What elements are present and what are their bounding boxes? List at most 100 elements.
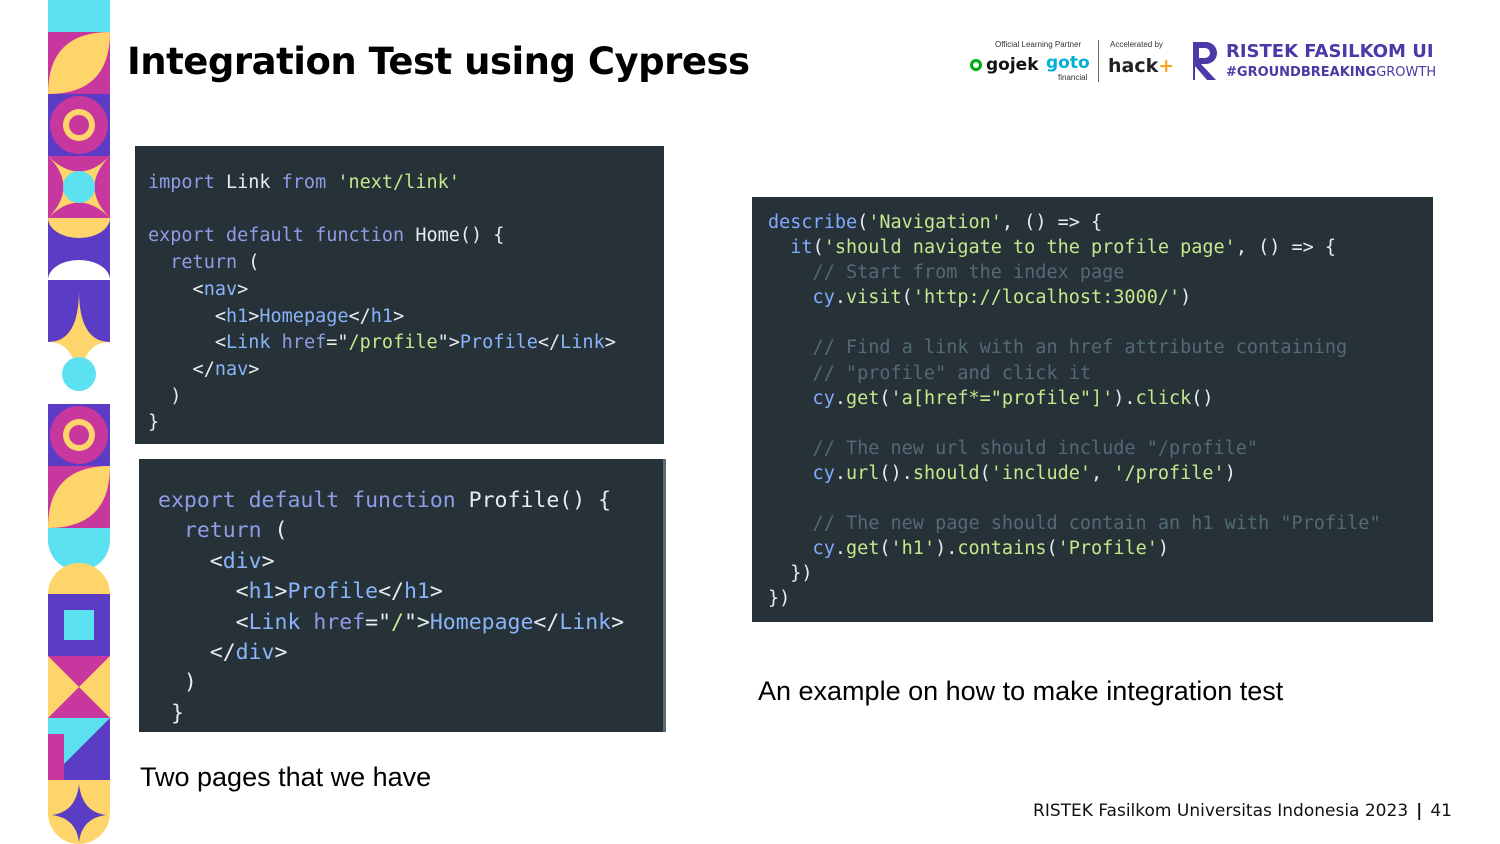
code-token: >	[429, 579, 443, 605]
code-token: >	[393, 305, 405, 327]
code-line: )	[148, 384, 664, 411]
code-token: (	[901, 287, 913, 309]
code-token: export default function	[158, 488, 456, 513]
code-token: 'next/link'	[326, 172, 460, 193]
code-token: // "profile" and click it	[768, 362, 1092, 384]
ristek-wordmark: RISTEK FASILKOM UI	[1226, 41, 1434, 62]
footer-org: RISTEK Fasilkom Universitas Indonesia 20…	[1033, 801, 1409, 821]
hack-text: hack	[1108, 55, 1159, 77]
code-token: <	[148, 278, 204, 300]
code-line: // Find a link with an href attribute co…	[768, 335, 1433, 360]
code-token: contains	[957, 538, 1047, 560]
code-block-home: import Link from 'next/link' export defa…	[135, 146, 664, 444]
code-token: ">	[437, 332, 460, 354]
code-token: // The new page should contain an h1 wit…	[768, 513, 1381, 535]
code-token: (	[879, 538, 891, 560]
code-token: >	[274, 640, 288, 666]
code-token: Link	[248, 609, 301, 635]
code-token: >	[261, 548, 275, 574]
code-token: visit	[845, 287, 902, 309]
code-token: // The new url should include "/profile"	[768, 437, 1259, 459]
code-line: return (	[158, 516, 663, 546]
hashtag-rest: GROWTH	[1376, 65, 1437, 80]
code-line: })	[768, 561, 1433, 586]
code-token: (	[237, 252, 260, 274]
code-token: // Start from the index page	[768, 262, 1125, 284]
code-line: // "profile" and click it	[768, 361, 1433, 386]
code-token: (	[1046, 538, 1058, 560]
code-token: Profile	[459, 332, 538, 354]
code-line: import Link from 'next/link'	[148, 170, 664, 197]
code-token: h1	[403, 579, 430, 605]
code-line: return (	[148, 250, 664, 277]
code-token: should	[912, 462, 980, 484]
code-token: ()	[1191, 387, 1214, 409]
code-token: )	[1224, 462, 1236, 484]
code-token: cy	[768, 387, 835, 409]
code-token: )	[148, 385, 182, 407]
ristek-hashtag: #GROUNDBREAKINGGROWTH	[1226, 65, 1436, 80]
code-token: </	[537, 332, 561, 354]
code-line: <h1>Homepage</h1>	[148, 304, 664, 331]
code-token: 'should navigate to the profile page'	[823, 237, 1236, 259]
code-line: }	[158, 699, 663, 729]
page-number: 41	[1430, 801, 1452, 821]
code-token: url	[845, 462, 880, 484]
code-token: ).	[1113, 387, 1136, 409]
logo-divider	[1098, 40, 1099, 82]
code-token: cy	[768, 462, 835, 484]
partner-logos: Official Learning Partner Accelerated by…	[970, 38, 1460, 88]
code-block-cypress-test: describe('Navigation', () => { it('shoul…	[752, 197, 1433, 622]
code-token: div	[235, 640, 275, 666]
code-token: </	[348, 305, 371, 327]
code-token: (	[879, 387, 891, 409]
code-token: <	[148, 332, 226, 354]
code-token: h1	[248, 579, 275, 605]
code-token: (	[812, 237, 824, 259]
code-token: cy	[768, 287, 835, 309]
code-token: >	[611, 609, 625, 635]
code-token: )	[1157, 538, 1170, 560]
code-line: <h1>Profile</h1>	[158, 577, 663, 607]
code-token: click	[1135, 387, 1192, 409]
code-line: describe('Navigation', () => {	[768, 210, 1433, 235]
code-token: import	[148, 172, 215, 193]
code-line: cy.get('a[href*="profile"]').click()	[768, 386, 1433, 411]
code-token: get	[845, 387, 880, 409]
code-block-profile: export default function Profile() { retu…	[139, 459, 666, 732]
code-line: export default function Home() {	[148, 223, 664, 250]
code-token: () {	[459, 225, 505, 247]
code-token: 'h1'	[890, 538, 936, 560]
code-token: 'include'	[990, 462, 1092, 484]
code-token: return	[148, 252, 238, 274]
code-line: // Start from the index page	[768, 260, 1433, 285]
code-token: href	[270, 332, 327, 354]
code-token: .	[834, 387, 846, 409]
gojek-dot-icon	[970, 59, 982, 71]
code-token: .	[834, 287, 846, 309]
code-token: Link	[214, 172, 282, 193]
code-token: ="	[365, 609, 392, 635]
code-token: >	[604, 332, 616, 354]
code-token: it	[768, 237, 813, 259]
code-line: )	[158, 668, 663, 698]
code-token: Link	[559, 609, 612, 635]
code-token: </	[148, 358, 215, 380]
code-token: nav	[203, 278, 238, 300]
code-line: // The new page should contain an h1 wit…	[768, 511, 1433, 536]
code-line: <div>	[158, 547, 663, 577]
code-token: // Find a link with an href attribute co…	[768, 337, 1348, 359]
code-token: .	[834, 538, 846, 560]
official-partner-label: Official Learning Partner	[995, 40, 1082, 49]
code-token: 'a[href*="profile"]'	[890, 387, 1114, 409]
code-token: href	[300, 609, 366, 635]
code-token: </	[378, 579, 404, 605]
code-token: </	[533, 609, 560, 635]
code-token: (	[261, 518, 288, 544]
code-token: )	[1180, 287, 1192, 309]
code-token: /profile	[348, 332, 438, 354]
code-line: cy.visit('http://localhost:3000/')	[768, 285, 1433, 310]
